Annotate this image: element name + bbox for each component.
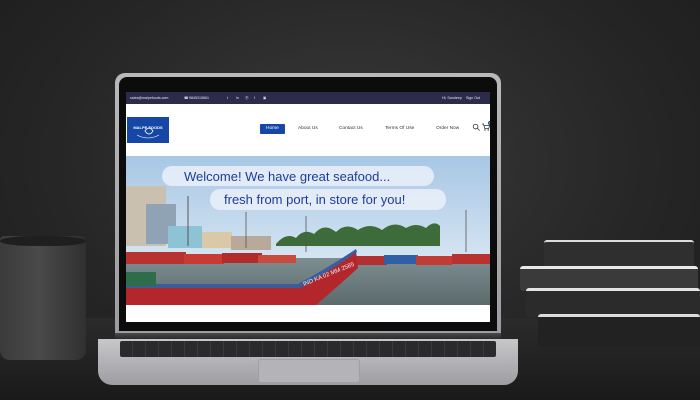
phone-icon: ☎ (184, 96, 189, 100)
linkedin-icon[interactable]: in (236, 92, 239, 104)
nav-order-now[interactable]: Order Now (436, 124, 459, 134)
nav-home[interactable]: Home (260, 124, 285, 134)
nav-contact-us[interactable]: Contact Us (339, 124, 363, 134)
sign-out-link[interactable]: Sign Out (466, 92, 480, 104)
book-stack (520, 240, 700, 350)
instagram-icon[interactable]: ▣ (263, 92, 266, 104)
laptop-base (98, 339, 518, 385)
nav-terms-of-use[interactable]: Terms Of Use (385, 124, 414, 134)
fish-logo-icon (136, 127, 160, 139)
hero-fresh-bubble: fresh from port, in store for you! (210, 189, 446, 210)
search-icon[interactable] (472, 123, 481, 132)
laptop-trackpad (258, 359, 360, 383)
user-greeting: Hi, Sandeep (442, 96, 462, 100)
twitter-icon[interactable]: t (227, 92, 228, 104)
laptop-bezel: sales@malpefoods.com ☎ 9845315661 t in Ⓟ… (119, 77, 497, 331)
logo-text: MALPE FOODS (133, 125, 163, 130)
hero-banner: IND KA 02 MM 2585 Welcome! We have great… (126, 156, 490, 305)
nav-about-us[interactable]: About Us (298, 124, 318, 134)
website-topbar: sales@malpefoods.com ☎ 9845315661 t in Ⓟ… (126, 92, 490, 104)
coffee-mug (0, 236, 86, 360)
website-navbar: MALPE FOODS Home About Us Contact Us Ter… (126, 104, 490, 143)
page-bottom-strip (126, 305, 490, 322)
book-3 (526, 288, 700, 317)
laptop-lid: sales@malpefoods.com ☎ 9845315661 t in Ⓟ… (115, 73, 501, 335)
hero-fresh-text: fresh from port, in store for you! (224, 192, 406, 207)
facebook-icon[interactable]: f (254, 92, 255, 104)
hero-welcome-bubble: Welcome! We have great seafood... (162, 166, 434, 186)
site-logo[interactable]: MALPE FOODS (127, 117, 169, 143)
laptop-screen: sales@malpefoods.com ☎ 9845315661 t in Ⓟ… (126, 92, 490, 322)
email-link[interactable]: sales@malpefoods.com (130, 92, 168, 104)
book-4 (538, 314, 700, 347)
notebook-top (544, 240, 694, 268)
hero-welcome-text: Welcome! We have great seafood... (184, 169, 391, 184)
pinterest-icon[interactable]: Ⓟ (245, 92, 249, 104)
phone-number[interactable]: 9845315661 (189, 92, 209, 104)
laptop-keyboard (120, 341, 496, 357)
cart-count-badge: 0 (488, 121, 490, 125)
